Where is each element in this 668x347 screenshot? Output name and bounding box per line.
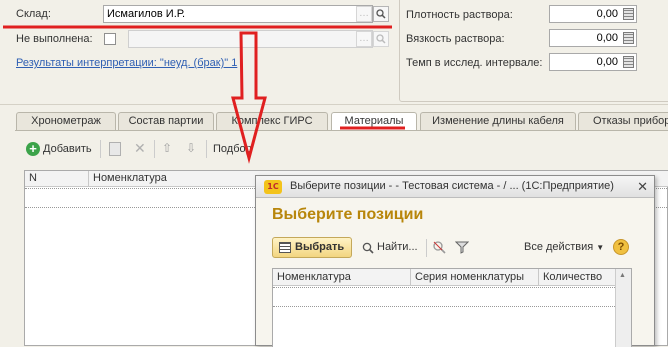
column-header-kolichestvo[interactable]: Количество	[539, 269, 617, 286]
toolbar-separator	[426, 239, 427, 257]
chevron-down-icon: ▼	[596, 243, 605, 252]
find-search-icon[interactable]	[362, 242, 374, 257]
select-positions-dialog[interactable]: 1С Выберите позиции - - Тестовая система…	[255, 175, 655, 347]
column-header-nomenklatura[interactable]: Номенклатура	[273, 269, 411, 286]
choose-label: Выбрать	[295, 241, 345, 253]
dialog-title: Выберите позиции - - Тестовая система - …	[290, 180, 614, 192]
cancel-search-icon[interactable]	[432, 240, 446, 257]
dialog-heading: Выберите позиции	[272, 206, 424, 223]
all-actions-label: Все действия	[524, 241, 594, 253]
close-icon[interactable]: ✕	[637, 179, 648, 195]
table-row[interactable]	[273, 287, 617, 307]
all-actions-menu[interactable]: Все действия ▼	[524, 241, 604, 253]
table-select-icon	[279, 242, 291, 253]
dialog-titlebar[interactable]: 1С Выберите позиции - - Тестовая система…	[256, 176, 654, 198]
find-button[interactable]: Найти...	[377, 241, 418, 253]
down-arrow-annotation	[231, 31, 267, 164]
choose-button[interactable]: Выбрать	[272, 237, 352, 258]
column-header-seriya[interactable]: Серия номенклатуры	[411, 269, 539, 286]
help-icon[interactable]: ?	[613, 239, 629, 255]
1c-logo-icon: 1С	[264, 180, 282, 194]
scrollbar[interactable]: ▲	[615, 269, 631, 347]
scroll-up-icon[interactable]: ▲	[619, 272, 626, 279]
dialog-grid[interactable]: Номенклатура Серия номенклатуры Количест…	[272, 268, 632, 347]
filter-icon[interactable]	[454, 240, 470, 257]
